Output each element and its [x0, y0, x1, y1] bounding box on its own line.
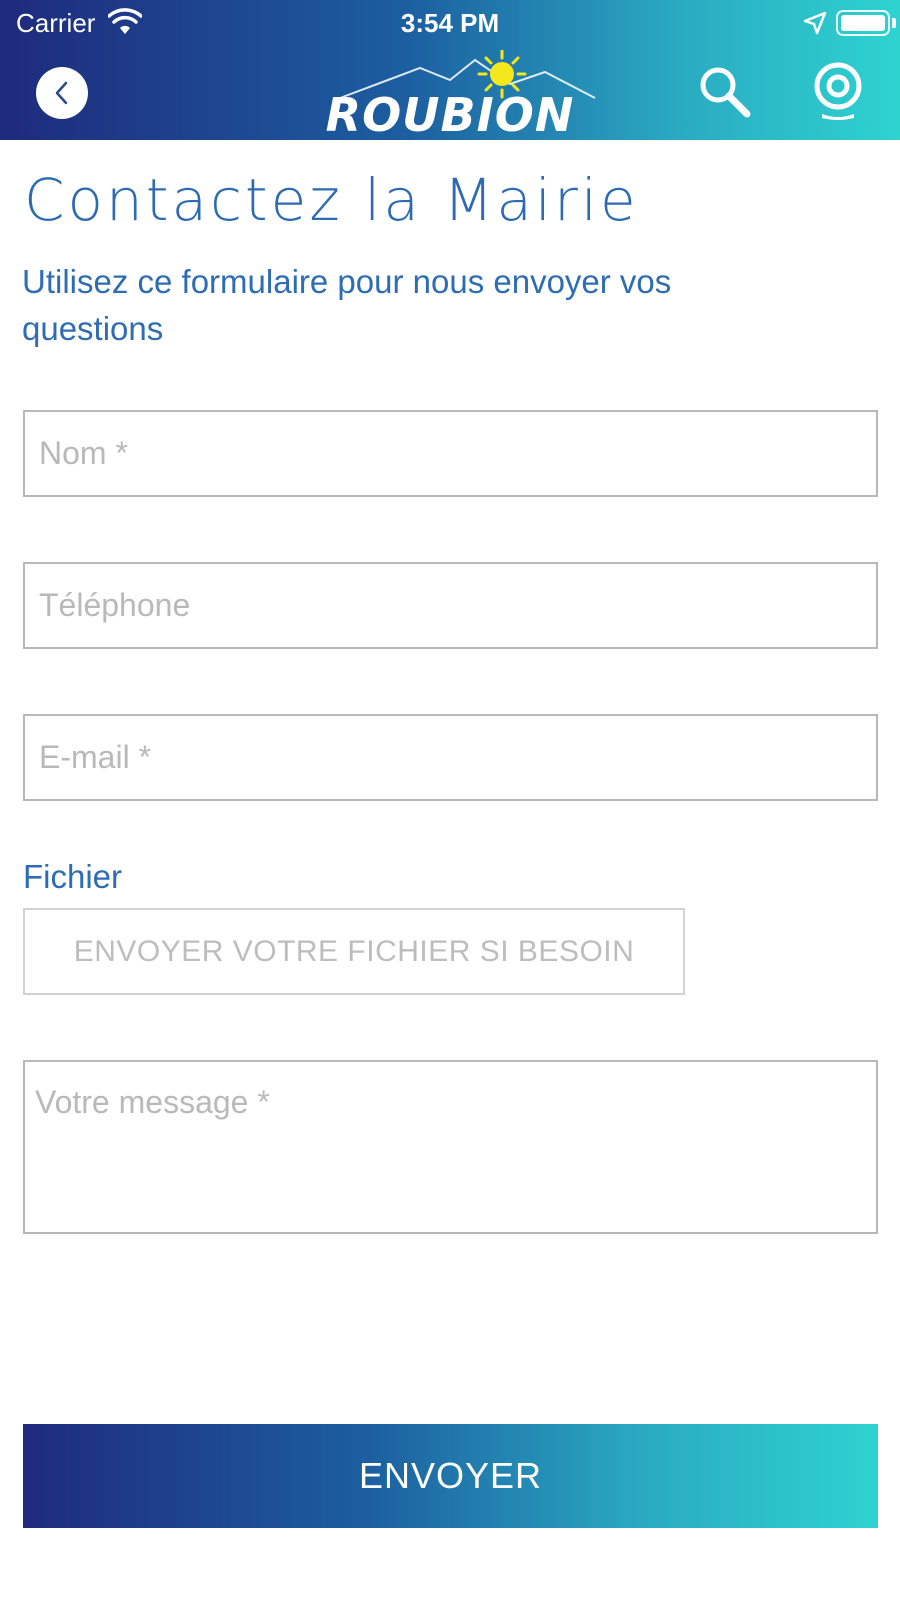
name-field[interactable]	[23, 410, 878, 497]
submit-button[interactable]: ENVOYER	[23, 1424, 878, 1528]
email-field[interactable]	[23, 714, 878, 801]
phone-field[interactable]	[23, 562, 878, 649]
location-arrow-icon	[803, 11, 827, 35]
submit-label: ENVOYER	[358, 1455, 543, 1496]
file-label: Fichier	[23, 858, 123, 895]
back-button[interactable]	[36, 67, 88, 119]
status-bar: Carrier 3:54 PM	[0, 0, 900, 46]
battery-tip	[892, 18, 896, 28]
contact-page: Carrier 3:54 PM ROUBION Contactez la Mai…	[0, 0, 900, 1598]
file-upload-button[interactable]: ENVOYER VOTRE FICHIER SI BESOIN	[23, 908, 685, 995]
page-title: Contactez la Mairie	[24, 166, 639, 234]
page-subtitle: Utilisez ce formulaire pour nous envoyer…	[22, 263, 672, 347]
app-header: Carrier 3:54 PM ROUBION	[0, 0, 900, 142]
status-time: 3:54 PM	[400, 8, 500, 38]
message-field[interactable]	[23, 1060, 878, 1234]
file-upload-label: ENVOYER VOTRE FICHIER SI BESOIN	[73, 934, 635, 968]
search-icon[interactable]	[695, 62, 755, 122]
roubion-logo: ROUBION	[300, 50, 610, 142]
battery-icon	[836, 10, 890, 36]
chevron-left-icon	[55, 81, 68, 105]
logo-text: ROUBION	[325, 88, 575, 142]
webcam-icon[interactable]	[812, 62, 864, 122]
